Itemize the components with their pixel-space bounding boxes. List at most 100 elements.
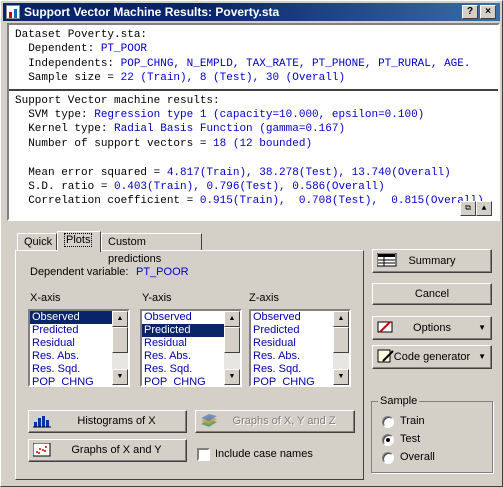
z-axis-label: Z-axis (249, 292, 279, 304)
close-button[interactable]: × (480, 5, 496, 19)
sample-size-line: Sample size = 22 (Train), 8 (Test), 30 (… (15, 72, 346, 85)
scroll-down-icon[interactable]: ▼ (112, 369, 128, 385)
x-axis-item[interactable]: Residual (30, 337, 113, 350)
y-axis-scrollbar[interactable]: ▲ ▼ (224, 311, 240, 385)
y-axis-item[interactable]: Residual (142, 337, 225, 350)
dependent-variable-label: Dependent variable: (30, 266, 129, 278)
support-vectors-line: Number of support vectors = 18 (12 bound… (15, 137, 313, 150)
dataset-line: Dataset Poverty.sta: (15, 29, 148, 41)
sample-radio-overall[interactable] (382, 452, 394, 464)
options-button[interactable]: Options ▼ (372, 316, 492, 340)
results-section: Support Vector machine results: SVM type… (9, 88, 498, 212)
y-axis-item[interactable]: POP_CHNG (142, 376, 225, 385)
correlation-line: Correlation coefficient = 0.915(Train), … (15, 195, 484, 208)
graphs-xy-button[interactable]: Graphs of X and Y (28, 439, 187, 462)
sample-radio-test[interactable] (382, 434, 394, 446)
y-axis-item[interactable]: Observed (142, 311, 225, 324)
sample-label: Sample (378, 395, 420, 407)
tab-plots[interactable]: Plots (57, 231, 101, 252)
dependent-variable-value: PT_POOR (136, 266, 189, 278)
summary-table-icon (376, 252, 397, 267)
sample-groupbox: Sample Train Test Overall (371, 395, 493, 473)
sd-ratio-line: S.D. ratio = 0.403(Train), 0.796(Test), … (15, 180, 385, 193)
scroll-up-icon[interactable]: ▲ (333, 311, 349, 327)
x-axis-item[interactable]: POP_CHNG (30, 376, 113, 385)
sample-size-value: 22 (Train), 8 (Test), 30 (Overall) (120, 72, 346, 85)
x-axis-item[interactable]: Res. Sqd. (30, 363, 113, 376)
dropdown-arrow-icon: ▼ (478, 352, 486, 361)
y-axis-listbox[interactable]: Observed Predicted Residual Res. Abs. Re… (140, 309, 242, 387)
graphs-xyz-button[interactable]: Graphs of X, Y and Z (195, 410, 355, 433)
support-vectors-value: 18 (12 bounded) (213, 137, 313, 150)
tab-custom-predictions[interactable]: Custom predictions (101, 233, 202, 265)
tab-quick[interactable]: Quick (17, 233, 57, 251)
plots-tab-panel: Dependent variable: PT_POOR X-axis Y-axi… (15, 250, 364, 480)
y-axis-items: Observed Predicted Residual Res. Abs. Re… (142, 311, 225, 385)
x-axis-listbox[interactable]: Observed Predicted Residual Res. Abs. Re… (28, 309, 130, 387)
output-scroll-controls: ⧉ ▲ (460, 201, 496, 217)
code-generator-button[interactable]: Code generator ▼ (372, 345, 492, 369)
kernel-type-line: Kernel type: Radial Basis Function (gamm… (15, 123, 346, 136)
z-axis-item[interactable]: POP_CHNG (251, 376, 334, 385)
copy-icon[interactable]: ⧉ (460, 201, 476, 216)
z-axis-item[interactable]: Residual (251, 337, 334, 350)
x-axis-item[interactable]: Res. Abs. (30, 350, 113, 363)
scroll-down-icon[interactable]: ▼ (333, 369, 349, 385)
sample-radio-train[interactable] (382, 416, 394, 428)
y-axis-item[interactable]: Res. Abs. (142, 350, 225, 363)
scroll-up-icon[interactable]: ▲ (224, 311, 240, 327)
svm-type-value: Regression type 1 (capacity=10.000, epsi… (94, 108, 425, 121)
scatterplot-icon (32, 442, 51, 457)
independents-value: POP_CHNG, N_EMPLD, TAX_RATE, PT_PHONE, P… (120, 57, 471, 70)
help-button[interactable]: ? (462, 5, 478, 19)
sample-label-train: Train (400, 415, 425, 427)
sample-label-overall: Overall (400, 451, 435, 463)
scroll-up-icon[interactable]: ▲ (476, 201, 492, 216)
summary-button[interactable]: Summary (372, 249, 492, 273)
scroll-thumb[interactable] (224, 327, 240, 353)
y-axis-label: Y-axis (142, 292, 172, 304)
options-icon (377, 320, 395, 334)
x-axis-item[interactable]: Observed (30, 311, 113, 324)
independents-line: Independents: POP_CHNG, N_EMPLD, TAX_RAT… (15, 57, 471, 70)
x-axis-item[interactable]: Predicted (30, 324, 113, 337)
y-axis-item[interactable]: Predicted (142, 324, 225, 337)
mse-value: 4.817(Train), 38.278(Test), 13.740(Overa… (166, 166, 451, 179)
dependent-line: Dependent: PT_POOR (15, 43, 148, 56)
cancel-button[interactable]: Cancel (372, 283, 492, 305)
scroll-up-icon[interactable]: ▲ (112, 311, 128, 327)
x-axis-items: Observed Predicted Residual Res. Abs. Re… (30, 311, 113, 385)
results-output[interactable]: Dataset Poverty.sta: Dependent: PT_POOR … (7, 23, 500, 221)
svm-type-line: SVM type: Regression type 1 (capacity=10… (15, 108, 425, 121)
scroll-down-icon[interactable]: ▼ (224, 369, 240, 385)
histogram-icon (33, 414, 51, 428)
z-axis-item[interactable]: Res. Abs. (251, 350, 334, 363)
code-generator-icon (377, 349, 395, 363)
kernel-type-value: Radial Basis Function (gamma=0.167) (114, 123, 346, 136)
z-axis-listbox[interactable]: Observed Predicted Residual Res. Abs. Re… (249, 309, 351, 387)
sd-ratio-value: 0.403(Train), 0.796(Test), 0.586(Overall… (114, 180, 385, 193)
z-axis-item[interactable]: Res. Sqd. (251, 363, 334, 376)
svm-results-window: Support Vector Machine Results: Poverty.… (0, 0, 503, 487)
x-axis-scrollbar[interactable]: ▲ ▼ (112, 311, 128, 385)
correlation-value: 0.915(Train), 0.708(Test), 0.815(Overall… (199, 195, 484, 208)
include-case-names-label: Include case names (215, 448, 313, 460)
histograms-button[interactable]: Histograms of X (28, 410, 187, 433)
dependent-value: PT_POOR (100, 43, 148, 56)
z-axis-items: Observed Predicted Residual Res. Abs. Re… (251, 311, 334, 385)
mse-line: Mean error squared = 4.817(Train), 38.27… (15, 166, 451, 179)
z-axis-item[interactable]: Observed (251, 311, 334, 324)
results-header: Support Vector machine results: (15, 94, 220, 107)
y-axis-item[interactable]: Res. Sqd. (142, 363, 225, 376)
dropdown-arrow-icon: ▼ (478, 323, 486, 332)
title-bar[interactable]: Support Vector Machine Results: Poverty.… (3, 3, 500, 21)
z-axis-scrollbar[interactable]: ▲ ▼ (333, 311, 349, 385)
window-title: Support Vector Machine Results: Poverty.… (24, 5, 280, 19)
z-axis-item[interactable]: Predicted (251, 324, 334, 337)
scroll-thumb[interactable] (112, 327, 128, 353)
include-case-names-checkbox[interactable] (197, 448, 210, 461)
scroll-thumb[interactable] (333, 327, 349, 353)
app-icon (6, 5, 20, 19)
dataset-section: Dataset Poverty.sta: Dependent: PT_POOR … (9, 25, 498, 89)
x-axis-label: X-axis (30, 292, 61, 304)
